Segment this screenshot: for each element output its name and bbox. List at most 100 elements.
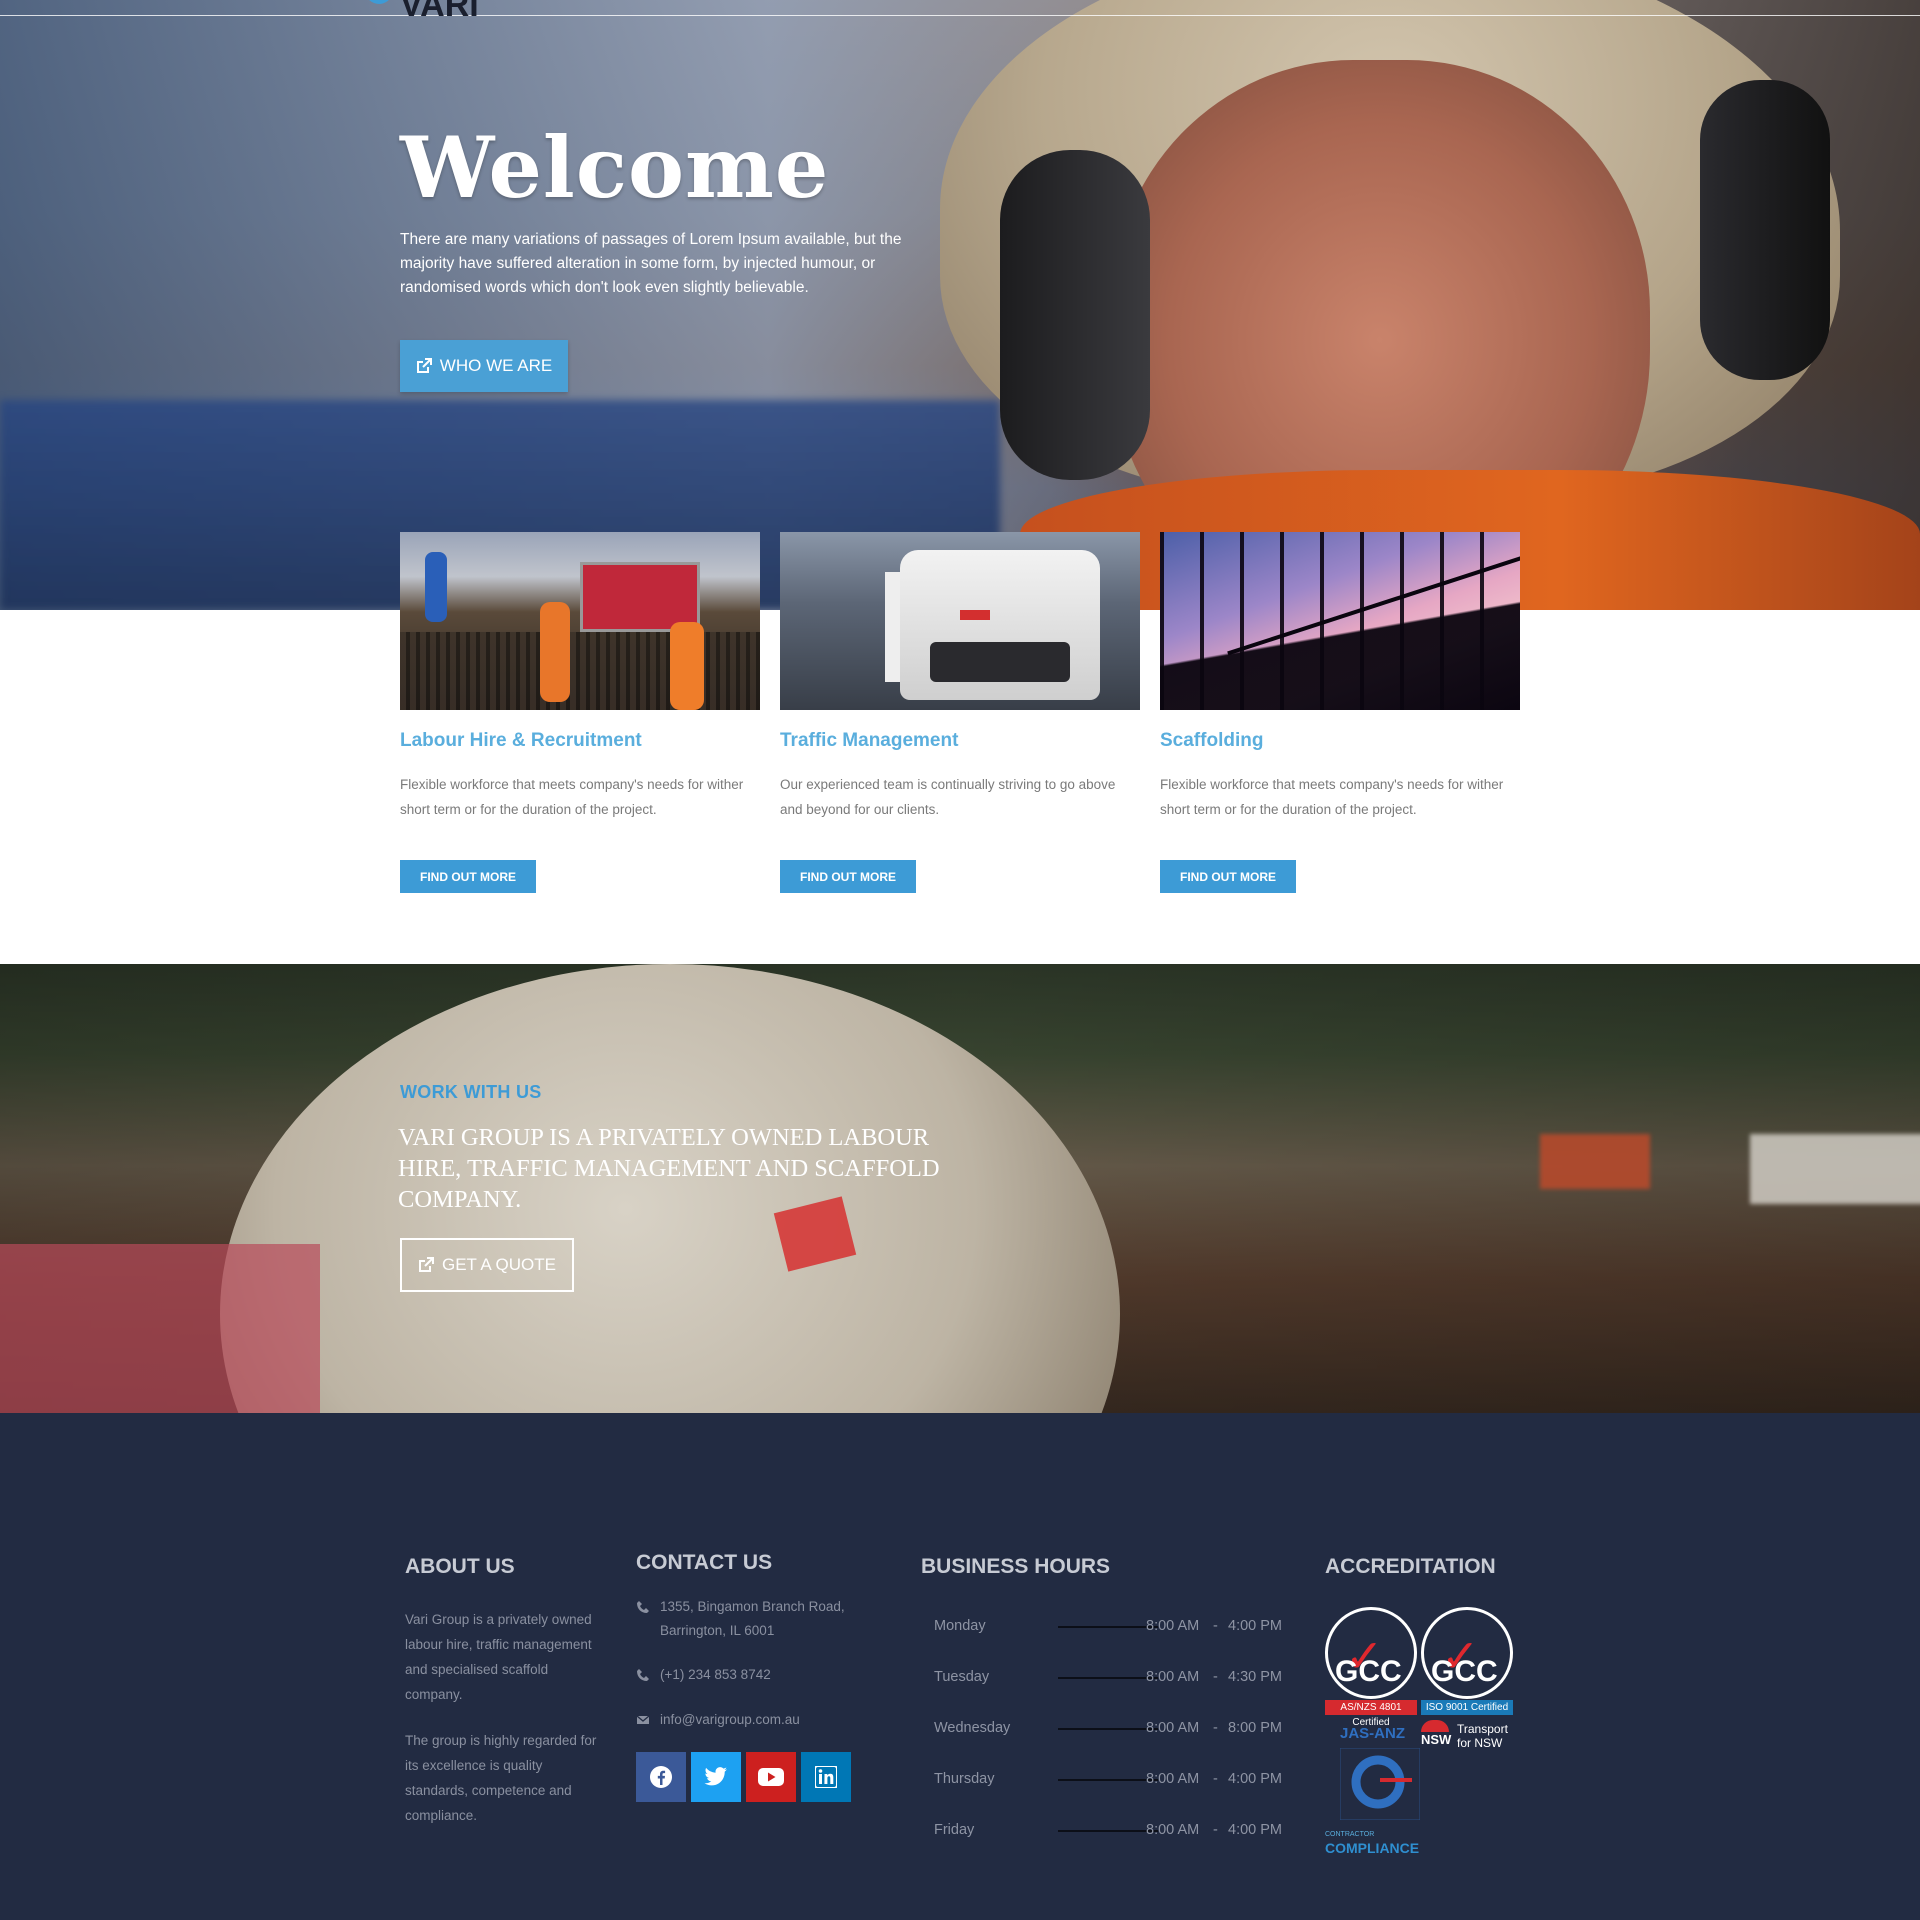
hero-ear-muff-right — [1700, 80, 1830, 380]
who-we-are-button[interactable]: WHO WE ARE — [400, 340, 568, 392]
hours-divider — [1058, 1728, 1158, 1730]
contact-phone[interactable]: (+1) 234 853 8742 — [636, 1663, 771, 1687]
twitter-icon — [704, 1767, 727, 1786]
get-a-quote-label: GET A QUOTE — [442, 1255, 556, 1274]
site-logo[interactable]: VARI — [400, 0, 479, 25]
transport-line-1: Transport — [1457, 1722, 1508, 1736]
background-site-cabin — [1750, 1134, 1920, 1204]
work-eyebrow: WORK WITH US — [400, 1082, 542, 1102]
hours-day: Friday — [934, 1822, 975, 1838]
hours-day: Thursday — [934, 1771, 995, 1787]
work-headline: VARI GROUP IS A PRIVATELY OWNED LABOUR H… — [398, 1124, 940, 1213]
hours-divider — [1058, 1677, 1158, 1679]
hours-open: 8:00 AM — [1146, 1720, 1200, 1736]
hero-section: VARI Welcome There are many variations o… — [0, 0, 1920, 610]
nsw-label: NSW — [1421, 1732, 1452, 1747]
hero-title: Welcome — [400, 118, 830, 217]
find-out-more-button[interactable]: FIND OUT MORE — [1160, 860, 1296, 893]
hours-close: 4:30 PM — [1228, 1669, 1282, 1685]
linkedin-button[interactable] — [801, 1752, 851, 1802]
service-description: Our experienced team is continually stri… — [780, 777, 1116, 817]
contact-address: 1355, Bingamon Branch Road, Barrington, … — [636, 1595, 866, 1643]
hours-row-monday: Monday 8:00 AM - 4:00 PM — [934, 1612, 1284, 1642]
get-a-quote-button[interactable]: GET A QUOTE — [400, 1238, 574, 1292]
hours-close: 4:00 PM — [1228, 1822, 1282, 1838]
gcc-9001-label: ISO 9001 Certified — [1421, 1700, 1513, 1715]
hero-ear-muff-left — [1000, 150, 1150, 480]
service-title[interactable]: Labour Hire & Recruitment — [400, 730, 642, 752]
jas-anz-label: JAS-ANZ — [1340, 1725, 1406, 1742]
work-with-us-section: WORK WITH US VARI GROUP IS A PRIVATELY O… — [0, 964, 1920, 1413]
transport-line-2: for NSW — [1457, 1736, 1503, 1750]
accreditation-heading: ACCREDITATION — [1325, 1555, 1496, 1578]
envelope-icon — [636, 1715, 650, 1724]
service-card-scaffolding: Scaffolding Flexible workforce that meet… — [1160, 532, 1520, 893]
hours-row-tuesday: Tuesday 8:00 AM - 4:30 PM — [934, 1663, 1284, 1693]
service-title[interactable]: Traffic Management — [780, 730, 958, 752]
contractor-label: CONTRACTOR — [1325, 1831, 1375, 1838]
hours-close: 4:00 PM — [1228, 1618, 1282, 1634]
hours-day: Tuesday — [934, 1669, 990, 1685]
hours-open: 8:00 AM — [1146, 1669, 1200, 1685]
background-skip-bin — [1540, 1134, 1650, 1189]
hours-open: 8:00 AM — [1146, 1822, 1200, 1838]
gcc-badge-text: GCC — [1335, 1655, 1402, 1688]
phone-icon — [637, 1669, 649, 1681]
external-link-icon — [419, 1257, 434, 1272]
header-divider — [0, 15, 1920, 16]
hours-divider — [1058, 1779, 1158, 1781]
hours-open: 8:00 AM — [1146, 1618, 1200, 1634]
service-description: Flexible workforce that meets company's … — [400, 777, 744, 817]
youtube-button[interactable] — [746, 1752, 796, 1802]
hours-close: 8:00 PM — [1228, 1720, 1282, 1736]
address-text: 1355, Bingamon Branch Road, Barrington, … — [660, 1599, 845, 1638]
gcc-9001-badge: ✓ GCC ISO 9001 Certified — [1421, 1607, 1513, 1717]
waratah-icon — [1421, 1720, 1449, 1732]
gcc-badge-text: GCC — [1431, 1655, 1498, 1688]
find-out-more-button[interactable]: FIND OUT MORE — [400, 860, 536, 893]
contact-heading: CONTACT US — [636, 1551, 773, 1574]
about-heading: ABOUT US — [405, 1555, 515, 1578]
hours-separator: - — [1213, 1669, 1218, 1685]
hours-row-thursday: Thursday 8:00 AM - 4:00 PM — [934, 1765, 1284, 1795]
hours-separator: - — [1213, 1822, 1218, 1838]
email-text: info@varigroup.com.au — [660, 1712, 800, 1727]
hours-separator: - — [1213, 1771, 1218, 1787]
youtube-icon — [758, 1768, 784, 1786]
traffic-management-image[interactable] — [780, 532, 1140, 710]
labour-hire-image[interactable] — [400, 532, 760, 710]
hours-divider — [1058, 1830, 1158, 1832]
about-paragraph-2: The group is highly regarded for its exc… — [405, 1733, 597, 1823]
external-link-icon — [416, 358, 432, 373]
hero-intro: There are many variations of passages of… — [400, 231, 902, 296]
hours-open: 8:00 AM — [1146, 1771, 1200, 1787]
transport-nsw-logo: NSW Transport for NSW — [1421, 1720, 1521, 1756]
hours-row-friday: Friday 8:00 AM - 4:00 PM — [934, 1816, 1284, 1846]
service-card-traffic: Traffic Management Our experienced team … — [780, 532, 1140, 893]
gcc-4801-badge: ✓ GCC AS/NZS 4801 Certified — [1325, 1607, 1417, 1728]
hours-separator: - — [1213, 1720, 1218, 1736]
phone-text: (+1) 234 853 8742 — [660, 1667, 771, 1682]
hours-divider — [1058, 1626, 1158, 1628]
jas-anz-logo-icon — [1340, 1748, 1420, 1820]
background-barrier — [0, 1244, 320, 1413]
contact-email[interactable]: info@varigroup.com.au — [636, 1708, 800, 1732]
hours-separator: - — [1213, 1618, 1218, 1634]
business-hours-heading: BUSINESS HOURS — [921, 1555, 1111, 1578]
hours-row-wednesday: Wednesday 8:00 AM - 8:00 PM — [934, 1714, 1284, 1744]
facebook-button[interactable] — [636, 1752, 686, 1802]
find-out-more-button[interactable]: FIND OUT MORE — [780, 860, 916, 893]
about-paragraph-1: Vari Group is a privately owned labour h… — [405, 1612, 592, 1702]
scaffolding-image[interactable] — [1160, 532, 1520, 710]
twitter-button[interactable] — [691, 1752, 741, 1802]
service-title[interactable]: Scaffolding — [1160, 730, 1263, 752]
social-links — [636, 1752, 851, 1802]
service-card-labour: Labour Hire & Recruitment Flexible workf… — [400, 532, 760, 893]
hours-day: Monday — [934, 1618, 986, 1634]
service-description: Flexible workforce that meets company's … — [1160, 777, 1504, 817]
who-we-are-label: WHO WE ARE — [439, 356, 553, 375]
hours-day: Wednesday — [934, 1720, 1011, 1736]
hours-close: 4:00 PM — [1228, 1771, 1282, 1787]
logo-icon[interactable] — [365, 0, 393, 4]
linkedin-icon — [815, 1766, 837, 1788]
